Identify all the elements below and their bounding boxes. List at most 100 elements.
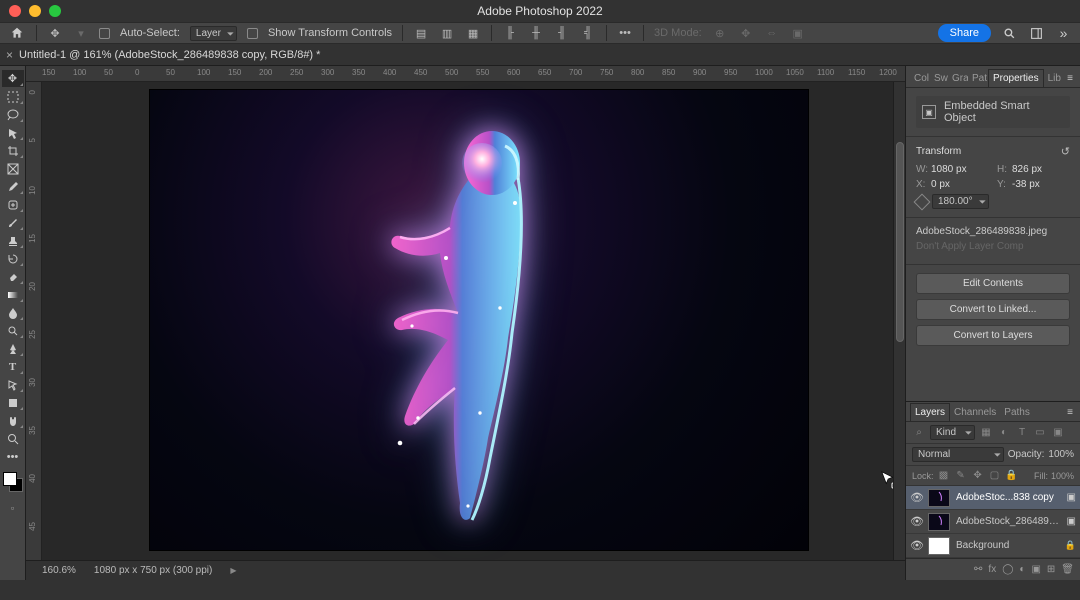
- tab-color[interactable]: Col: [910, 70, 930, 87]
- status-flyout-icon[interactable]: ▶: [230, 566, 236, 575]
- artboard[interactable]: [150, 90, 808, 550]
- filter-pixel-icon[interactable]: ▦: [979, 426, 993, 440]
- document-tab[interactable]: × Untitled-1 @ 161% (AdobeStock_28648983…: [6, 48, 320, 62]
- lock-transparency-icon[interactable]: ▩: [937, 469, 951, 483]
- opacity-value[interactable]: 100%: [1048, 449, 1074, 460]
- tab-paths[interactable]: Paths: [1000, 404, 1034, 421]
- lock-icon[interactable]: 🔒: [1065, 540, 1076, 551]
- tab-patterns[interactable]: Pat: [968, 70, 988, 87]
- vertical-scrollbar[interactable]: [893, 82, 905, 560]
- edit-toolbar-icon[interactable]: •••: [2, 448, 24, 465]
- angle-dropdown[interactable]: 180.00°: [932, 194, 989, 209]
- lock-all-icon[interactable]: 🔒: [1005, 469, 1019, 483]
- link-layers-icon[interactable]: ⚯: [974, 564, 982, 575]
- search-icon[interactable]: [1001, 25, 1018, 42]
- blur-tool[interactable]: [2, 304, 24, 321]
- distribute-right-icon[interactable]: ╣: [580, 25, 596, 41]
- toolbar-collapse-icon[interactable]: ▫: [11, 503, 14, 513]
- width-value[interactable]: 1080 px: [931, 164, 967, 175]
- layer-name[interactable]: Background: [956, 540, 1059, 551]
- align-right-icon[interactable]: ▦: [465, 25, 481, 41]
- tab-properties[interactable]: Properties: [988, 69, 1044, 87]
- align-left-icon[interactable]: ▤: [413, 25, 429, 41]
- maximize-window-icon[interactable]: [49, 5, 61, 17]
- eyedropper-tool[interactable]: [2, 178, 24, 195]
- filter-adjustment-icon[interactable]: ◐: [997, 426, 1011, 440]
- filter-kind-dropdown[interactable]: Kind: [930, 425, 975, 440]
- minimize-window-icon[interactable]: [29, 5, 41, 17]
- vertical-ruler[interactable]: 051015202530354045: [26, 82, 42, 560]
- more-options-icon[interactable]: •••: [617, 25, 633, 41]
- layers-panel-menu-icon[interactable]: ≡: [1064, 404, 1076, 421]
- lock-pixels-icon[interactable]: ✎: [954, 469, 968, 483]
- filter-search-icon[interactable]: ⌕: [912, 426, 926, 440]
- lock-artboard-icon[interactable]: ▢: [988, 469, 1002, 483]
- horizontal-ruler[interactable]: 1501005005010015020025030035040045050055…: [26, 66, 905, 82]
- auto-select-checkbox[interactable]: [99, 28, 110, 39]
- layer-thumbnail[interactable]: [928, 537, 950, 555]
- show-transform-checkbox[interactable]: [247, 28, 258, 39]
- adjustment-layer-icon[interactable]: ◐: [1019, 564, 1025, 575]
- brush-tool[interactable]: [2, 214, 24, 231]
- convert-linked-button[interactable]: Convert to Linked...: [916, 299, 1070, 320]
- fill-value[interactable]: 100%: [1051, 471, 1074, 481]
- visibility-icon[interactable]: 👁: [910, 515, 922, 528]
- layer-row[interactable]: 👁AdobeStock_286489838▣: [906, 510, 1080, 534]
- tab-layers[interactable]: Layers: [910, 403, 950, 421]
- lasso-tool[interactable]: [2, 106, 24, 123]
- lock-position-icon[interactable]: ✥: [971, 469, 985, 483]
- align-center-icon[interactable]: ▥: [439, 25, 455, 41]
- filter-shape-icon[interactable]: ▭: [1033, 426, 1047, 440]
- visibility-icon[interactable]: 👁: [910, 491, 922, 504]
- home-icon[interactable]: [8, 24, 26, 42]
- filter-type-icon[interactable]: T: [1015, 426, 1029, 440]
- selection-tool[interactable]: [2, 124, 24, 141]
- close-tab-icon[interactable]: ×: [6, 48, 13, 62]
- color-swatches[interactable]: [3, 472, 23, 492]
- zoom-level[interactable]: 160.6%: [42, 565, 76, 576]
- tab-libraries[interactable]: Lib: [1044, 70, 1062, 87]
- crop-tool[interactable]: [2, 142, 24, 159]
- filter-smart-icon[interactable]: ▣: [1051, 426, 1065, 440]
- eraser-tool[interactable]: [2, 268, 24, 285]
- layer-name[interactable]: AdobeStoc...838 copy: [956, 492, 1061, 503]
- y-value[interactable]: -38 px: [1012, 179, 1040, 190]
- gradient-tool[interactable]: [2, 286, 24, 303]
- foreground-color[interactable]: [3, 472, 17, 486]
- document-dimensions[interactable]: 1080 px x 750 px (300 ppi): [94, 565, 212, 576]
- height-value[interactable]: 826 px: [1012, 164, 1042, 175]
- layer-thumbnail[interactable]: [928, 489, 950, 507]
- move-tool-icon[interactable]: ✥: [47, 25, 63, 41]
- panel-collapse-icon[interactable]: »: [1055, 25, 1072, 42]
- group-icon[interactable]: ▣: [1031, 564, 1040, 575]
- scrollbar-thumb[interactable]: [896, 142, 904, 342]
- layer-row[interactable]: 👁 Background 🔒: [906, 534, 1080, 558]
- x-value[interactable]: 0 px: [931, 179, 950, 190]
- canvas-stage[interactable]: [42, 82, 893, 560]
- close-window-icon[interactable]: [9, 5, 21, 17]
- marquee-tool[interactable]: [2, 88, 24, 105]
- shape-tool[interactable]: [2, 394, 24, 411]
- tab-channels[interactable]: Channels: [950, 404, 1000, 421]
- edit-contents-button[interactable]: Edit Contents: [916, 273, 1070, 294]
- dodge-tool[interactable]: [2, 322, 24, 339]
- zoom-tool[interactable]: [2, 430, 24, 447]
- type-tool[interactable]: T: [2, 358, 24, 375]
- layer-mask-icon[interactable]: ◯: [1002, 564, 1013, 575]
- layer-style-icon[interactable]: fx: [988, 564, 996, 575]
- tab-gradients[interactable]: Gra: [948, 70, 968, 87]
- layer-name[interactable]: AdobeStock_286489838: [956, 516, 1061, 527]
- stamp-tool[interactable]: [2, 232, 24, 249]
- tab-swatches[interactable]: Sw: [930, 70, 948, 87]
- delete-layer-icon[interactable]: 🗑: [1061, 564, 1074, 575]
- panel-menu-icon[interactable]: ≡: [1064, 70, 1076, 87]
- hand-tool[interactable]: [2, 412, 24, 429]
- healing-tool[interactable]: [2, 196, 24, 213]
- tool-preset-dropdown[interactable]: ▾: [73, 25, 89, 41]
- distribute-vcenter-icon[interactable]: ╫: [528, 25, 544, 41]
- distribute-top-icon[interactable]: ╟: [502, 25, 518, 41]
- visibility-icon[interactable]: 👁: [910, 539, 922, 552]
- workspace-icon[interactable]: [1028, 25, 1045, 42]
- new-layer-icon[interactable]: ⊞: [1047, 564, 1055, 575]
- convert-layers-button[interactable]: Convert to Layers: [916, 325, 1070, 346]
